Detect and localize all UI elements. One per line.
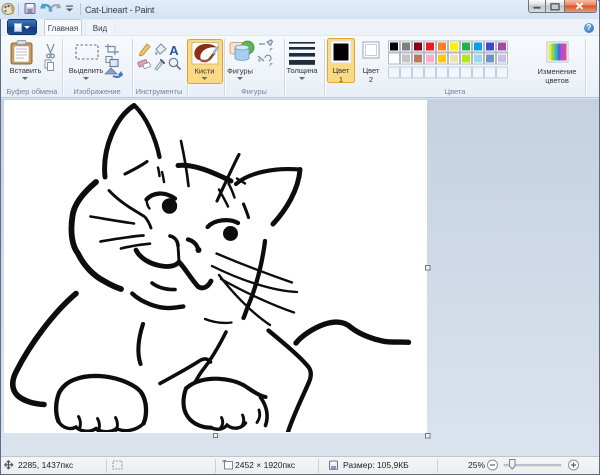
svg-text:2452 × 1920пкс: 2452 × 1920пкс [235,460,296,470]
svg-text:1: 1 [339,75,343,84]
svg-text:Фигуры: Фигуры [227,67,253,76]
svg-text:A: A [169,43,179,58]
svg-text:Толщина: Толщина [286,66,318,75]
svg-text:Выделить: Выделить [69,66,104,75]
svg-text:Цвет: Цвет [363,66,380,75]
svg-text:Изменение: Изменение [538,67,577,76]
svg-text:25%: 25% [468,460,485,470]
svg-text:Цвет: Цвет [333,66,350,75]
svg-text:Кисти: Кисти [195,67,215,76]
svg-text:Вставить: Вставить [10,66,42,75]
svg-text:2: 2 [369,75,373,84]
svg-text:цветов: цветов [545,76,569,85]
svg-text:2285, 1437пкс: 2285, 1437пкс [18,460,74,470]
svg-text:Размер: 105,9КБ: Размер: 105,9КБ [343,460,409,470]
